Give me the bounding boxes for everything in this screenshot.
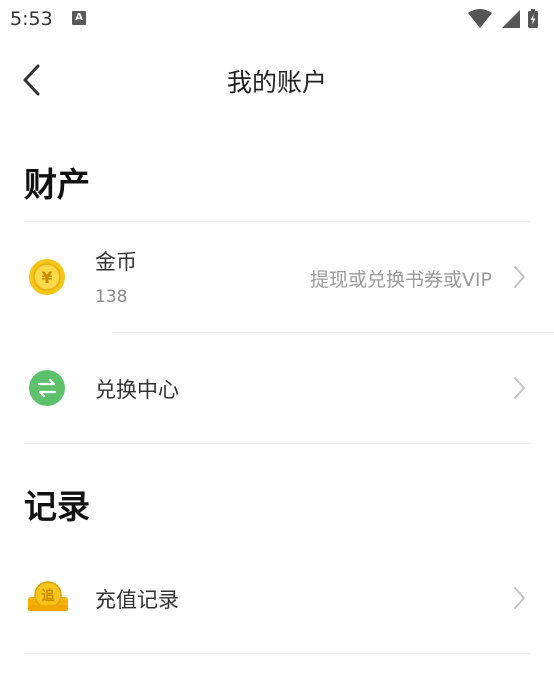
wifi-icon [468, 9, 492, 28]
signal-icon [502, 10, 520, 28]
divider [24, 443, 530, 444]
recharge-symbol: 追 [41, 588, 55, 604]
nav-bar: 我的账户 [0, 50, 554, 110]
recharge-icon: 追 [28, 581, 68, 611]
coins-amount: 138 [95, 287, 128, 307]
page-title: 我的账户 [226, 68, 327, 97]
coins-row[interactable]: ¥ 金币 138 提现或兑换书券或VIP [0, 222, 554, 332]
coins-hint: 提现或兑换书券或VIP [309, 269, 492, 291]
section-title-assets: 财产 [24, 165, 90, 204]
recharge-records-row[interactable]: 追 充值记录 [0, 543, 554, 653]
chevron-right-icon [514, 266, 525, 288]
recharge-records-label: 充值记录 [95, 588, 179, 612]
section-title-records: 记录 [24, 487, 90, 526]
divider [24, 653, 530, 654]
status-time: 5:53 [10, 8, 53, 30]
coin-symbol: ¥ [41, 268, 52, 287]
gold-coin-icon: ¥ [29, 259, 65, 295]
notification-app-icon: A [72, 11, 86, 25]
coins-label: 金币 [95, 250, 137, 274]
exchange-icon [29, 370, 65, 406]
exchange-center-row[interactable]: 兑换中心 [0, 333, 554, 443]
exchange-center-label: 兑换中心 [95, 378, 179, 402]
chevron-right-icon [514, 377, 525, 399]
status-icons [468, 9, 538, 28]
status-bar: 5:53 A [0, 0, 554, 38]
chevron-right-icon [514, 587, 525, 609]
